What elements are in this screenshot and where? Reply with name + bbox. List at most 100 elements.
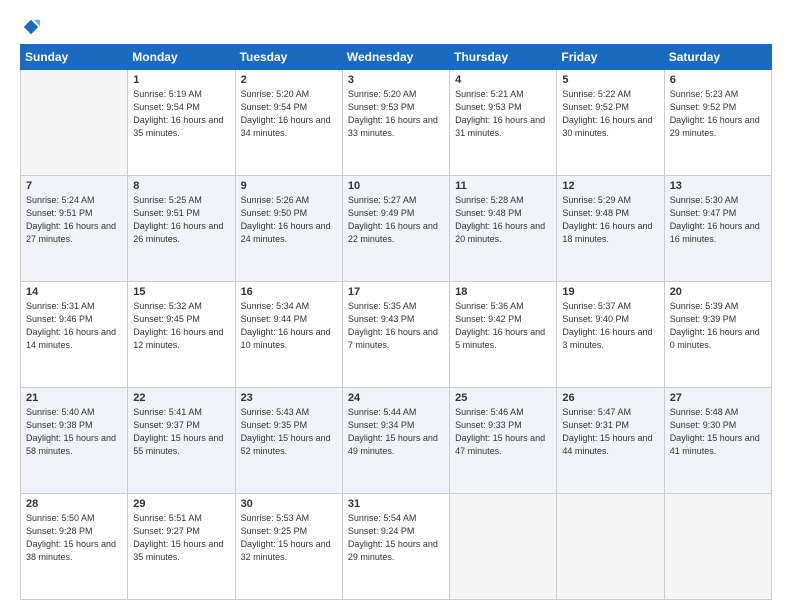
day-number: 16: [241, 286, 337, 298]
day-info: Sunrise: 5:54 AM Sunset: 9:24 PM Dayligh…: [348, 512, 444, 564]
day-info: Sunrise: 5:22 AM Sunset: 9:52 PM Dayligh…: [562, 88, 658, 140]
day-number: 30: [241, 498, 337, 510]
calendar-cell: 30 Sunrise: 5:53 AM Sunset: 9:25 PM Dayli…: [235, 494, 342, 600]
day-number: 6: [670, 74, 766, 86]
day-info: Sunrise: 5:20 AM Sunset: 9:53 PM Dayligh…: [348, 88, 444, 140]
day-number: 20: [670, 286, 766, 298]
day-number: 18: [455, 286, 551, 298]
calendar-header-thursday: Thursday: [450, 45, 557, 70]
calendar-cell: 27 Sunrise: 5:48 AM Sunset: 9:30 PM Dayli…: [664, 388, 771, 494]
day-number: 26: [562, 392, 658, 404]
day-info: Sunrise: 5:44 AM Sunset: 9:34 PM Dayligh…: [348, 406, 444, 458]
calendar-cell: 22 Sunrise: 5:41 AM Sunset: 9:37 PM Dayli…: [128, 388, 235, 494]
day-number: 24: [348, 392, 444, 404]
calendar-cell: [557, 494, 664, 600]
calendar-cell: 7Sunrise: 5:24 AM Sunset: 9:51 PM Daylig…: [21, 176, 128, 282]
calendar-cell: 2 Sunrise: 5:20 AM Sunset: 9:54 PM Daylig…: [235, 70, 342, 176]
day-number: 27: [670, 392, 766, 404]
calendar-cell: 25 Sunrise: 5:46 AM Sunset: 9:33 PM Dayli…: [450, 388, 557, 494]
calendar-cell: 31 Sunrise: 5:54 AM Sunset: 9:24 PM Dayli…: [342, 494, 449, 600]
day-number: 19: [562, 286, 658, 298]
calendar-cell: 9Sunrise: 5:26 AM Sunset: 9:50 PM Daylig…: [235, 176, 342, 282]
header: [20, 18, 772, 36]
calendar-cell: 17Sunrise: 5:35 AM Sunset: 9:43 PM Dayli…: [342, 282, 449, 388]
calendar-week-row: 14 Sunrise: 5:31 AM Sunset: 9:46 PM Dayli…: [21, 282, 772, 388]
calendar-cell: 8 Sunrise: 5:25 AM Sunset: 9:51 PM Daylig…: [128, 176, 235, 282]
day-info: Sunrise: 5:35 AM Sunset: 9:43 PM Dayligh…: [348, 300, 444, 352]
day-number: 13: [670, 180, 766, 192]
calendar-header-monday: Monday: [128, 45, 235, 70]
calendar-week-row: 7Sunrise: 5:24 AM Sunset: 9:51 PM Daylig…: [21, 176, 772, 282]
logo: [20, 18, 40, 36]
day-info: Sunrise: 5:47 AM Sunset: 9:31 PM Dayligh…: [562, 406, 658, 458]
day-info: Sunrise: 5:21 AM Sunset: 9:53 PM Dayligh…: [455, 88, 551, 140]
day-info: Sunrise: 5:43 AM Sunset: 9:35 PM Dayligh…: [241, 406, 337, 458]
day-info: Sunrise: 5:34 AM Sunset: 9:44 PM Dayligh…: [241, 300, 337, 352]
calendar-cell: 26 Sunrise: 5:47 AM Sunset: 9:31 PM Dayli…: [557, 388, 664, 494]
day-info: Sunrise: 5:51 AM Sunset: 9:27 PM Dayligh…: [133, 512, 229, 564]
day-info: Sunrise: 5:39 AM Sunset: 9:39 PM Dayligh…: [670, 300, 766, 352]
calendar-week-row: 21Sunrise: 5:40 AM Sunset: 9:38 PM Dayli…: [21, 388, 772, 494]
calendar-cell: 24 Sunrise: 5:44 AM Sunset: 9:34 PM Dayli…: [342, 388, 449, 494]
calendar-header-sunday: Sunday: [21, 45, 128, 70]
day-number: 8: [133, 180, 229, 192]
day-number: 29: [133, 498, 229, 510]
calendar-cell: 20 Sunrise: 5:39 AM Sunset: 9:39 PM Dayli…: [664, 282, 771, 388]
day-info: Sunrise: 5:30 AM Sunset: 9:47 PM Dayligh…: [670, 194, 766, 246]
day-info: Sunrise: 5:41 AM Sunset: 9:37 PM Dayligh…: [133, 406, 229, 458]
calendar-cell: 11 Sunrise: 5:28 AM Sunset: 9:48 PM Dayli…: [450, 176, 557, 282]
day-number: 23: [241, 392, 337, 404]
calendar-header-saturday: Saturday: [664, 45, 771, 70]
day-number: 22: [133, 392, 229, 404]
day-info: Sunrise: 5:53 AM Sunset: 9:25 PM Dayligh…: [241, 512, 337, 564]
calendar-cell: [21, 70, 128, 176]
day-number: 7: [26, 180, 122, 192]
calendar-cell: 18 Sunrise: 5:36 AM Sunset: 9:42 PM Dayli…: [450, 282, 557, 388]
calendar-cell: 19 Sunrise: 5:37 AM Sunset: 9:40 PM Dayli…: [557, 282, 664, 388]
day-number: 1: [133, 74, 229, 86]
calendar-cell: 12 Sunrise: 5:29 AM Sunset: 9:48 PM Dayli…: [557, 176, 664, 282]
calendar-week-row: 1Sunrise: 5:19 AM Sunset: 9:54 PM Daylig…: [21, 70, 772, 176]
calendar-cell: 16 Sunrise: 5:34 AM Sunset: 9:44 PM Dayli…: [235, 282, 342, 388]
day-number: 28: [26, 498, 122, 510]
calendar-cell: 29 Sunrise: 5:51 AM Sunset: 9:27 PM Dayli…: [128, 494, 235, 600]
day-info: Sunrise: 5:48 AM Sunset: 9:30 PM Dayligh…: [670, 406, 766, 458]
day-info: Sunrise: 5:25 AM Sunset: 9:51 PM Dayligh…: [133, 194, 229, 246]
day-number: 21: [26, 392, 122, 404]
day-info: Sunrise: 5:20 AM Sunset: 9:54 PM Dayligh…: [241, 88, 337, 140]
day-number: 10: [348, 180, 444, 192]
day-info: Sunrise: 5:23 AM Sunset: 9:52 PM Dayligh…: [670, 88, 766, 140]
day-number: 14: [26, 286, 122, 298]
calendar-header-wednesday: Wednesday: [342, 45, 449, 70]
page: SundayMondayTuesdayWednesdayThursdayFrid…: [0, 0, 792, 612]
day-info: Sunrise: 5:36 AM Sunset: 9:42 PM Dayligh…: [455, 300, 551, 352]
calendar-header-tuesday: Tuesday: [235, 45, 342, 70]
day-info: Sunrise: 5:27 AM Sunset: 9:49 PM Dayligh…: [348, 194, 444, 246]
day-info: Sunrise: 5:31 AM Sunset: 9:46 PM Dayligh…: [26, 300, 122, 352]
day-info: Sunrise: 5:29 AM Sunset: 9:48 PM Dayligh…: [562, 194, 658, 246]
calendar-cell: 6 Sunrise: 5:23 AM Sunset: 9:52 PM Daylig…: [664, 70, 771, 176]
day-number: 3: [348, 74, 444, 86]
calendar-cell: 23 Sunrise: 5:43 AM Sunset: 9:35 PM Dayli…: [235, 388, 342, 494]
day-info: Sunrise: 5:46 AM Sunset: 9:33 PM Dayligh…: [455, 406, 551, 458]
day-info: Sunrise: 5:50 AM Sunset: 9:28 PM Dayligh…: [26, 512, 122, 564]
day-number: 11: [455, 180, 551, 192]
day-number: 9: [241, 180, 337, 192]
day-number: 15: [133, 286, 229, 298]
day-info: Sunrise: 5:28 AM Sunset: 9:48 PM Dayligh…: [455, 194, 551, 246]
day-number: 4: [455, 74, 551, 86]
calendar-cell: 3 Sunrise: 5:20 AM Sunset: 9:53 PM Daylig…: [342, 70, 449, 176]
calendar-cell: 14 Sunrise: 5:31 AM Sunset: 9:46 PM Dayli…: [21, 282, 128, 388]
logo-icon: [22, 18, 40, 36]
day-number: 31: [348, 498, 444, 510]
calendar-cell: 15 Sunrise: 5:32 AM Sunset: 9:45 PM Dayli…: [128, 282, 235, 388]
day-number: 2: [241, 74, 337, 86]
calendar-cell: [664, 494, 771, 600]
day-number: 5: [562, 74, 658, 86]
day-info: Sunrise: 5:37 AM Sunset: 9:40 PM Dayligh…: [562, 300, 658, 352]
day-number: 12: [562, 180, 658, 192]
calendar-header-friday: Friday: [557, 45, 664, 70]
calendar-cell: 5 Sunrise: 5:22 AM Sunset: 9:52 PM Daylig…: [557, 70, 664, 176]
day-number: 25: [455, 392, 551, 404]
day-info: Sunrise: 5:32 AM Sunset: 9:45 PM Dayligh…: [133, 300, 229, 352]
